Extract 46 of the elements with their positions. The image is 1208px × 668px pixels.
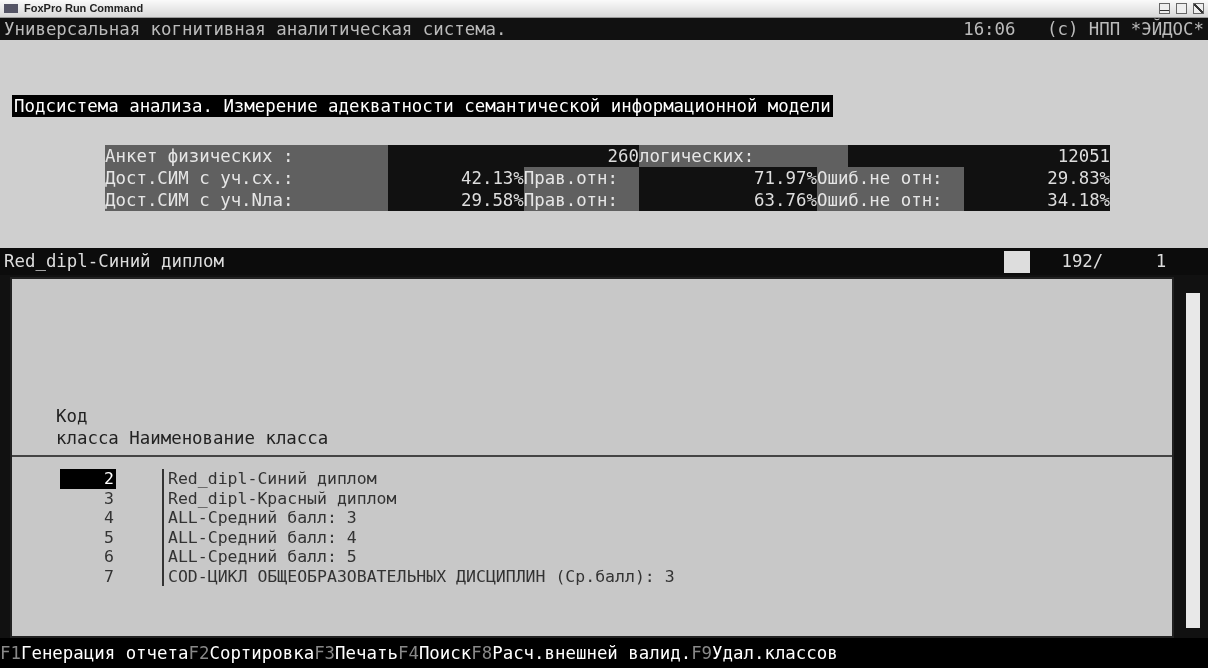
system-title: Универсальная когнитивная аналитическая система. [4,18,507,40]
stat-label: Дост.СИМ с уч.Nла: [105,189,388,211]
class-code[interactable]: 5 [12,527,116,547]
app-icon [4,4,18,13]
class-code[interactable]: 2 [60,469,116,489]
stat-value: 42.13% [387,167,524,189]
record-position: 1 [1155,250,1167,274]
minimize-button[interactable] [1159,3,1170,14]
stat-label: Анкет физических : [105,145,388,167]
class-name[interactable]: ALL-Средний балл: 4 [162,527,357,547]
class-name[interactable]: Red_dipl-Синий диплом [162,469,377,489]
function-key[interactable]: F2Сортировка [188,639,315,667]
stat-label: Дост.СИМ с уч.сх.: [105,167,388,189]
cursor-block [1004,250,1030,273]
function-key[interactable]: F4Поиск [397,639,472,667]
class-code[interactable]: 4 [12,508,116,528]
clock-time: 16:06 [963,18,1016,40]
class-name[interactable]: Red_dipl-Красный диплом [162,488,397,508]
current-record: Red_dipl-Синий диплом [4,250,224,274]
class-name[interactable]: ALL-Средний балл: 3 [162,508,357,528]
class-code[interactable]: 6 [12,547,116,567]
record-counter: 192/ [1061,250,1104,274]
stat-value: 260 [387,145,639,167]
class-code[interactable]: 7 [12,566,116,586]
stat-label: логических: [638,145,849,167]
stat-value: 71.97% [638,167,817,189]
close-button[interactable] [1193,3,1204,14]
window-title: FoxPro Run Command [24,1,144,17]
column-header: Код [56,405,89,427]
function-key[interactable]: F8Расч.внешней валид. [471,639,692,667]
subsystem-title: Подсистема анализа. Измерение адекватности семантической информационной модели [12,95,833,117]
column-header: класса [56,428,119,448]
stat-value: 34.18% [963,189,1111,211]
function-key[interactable]: F9Удал.классов [691,639,838,667]
maximize-button[interactable] [1176,3,1187,14]
stat-value: 12051 [848,145,1111,167]
stat-value: 29.58% [387,189,524,211]
class-code[interactable]: 3 [12,488,116,508]
stat-value: 29.83% [963,167,1111,189]
copyright-text: (с) НПП *ЭЙДОС* [1046,18,1204,40]
class-name[interactable]: ALL-Средний балл: 5 [162,547,357,567]
class-name[interactable]: COD-ЦИКЛ ОБЩЕОБРАЗОВАТЕЛЬНЫХ ДИСЦИПЛИН (Ср.балл): 3 [162,566,675,586]
function-key[interactable]: F1Генерация отчета [0,639,189,667]
stat-value: 63.76% [638,189,817,211]
function-key[interactable]: F3Печать [314,639,398,667]
column-header: Наименование класса [129,428,329,448]
